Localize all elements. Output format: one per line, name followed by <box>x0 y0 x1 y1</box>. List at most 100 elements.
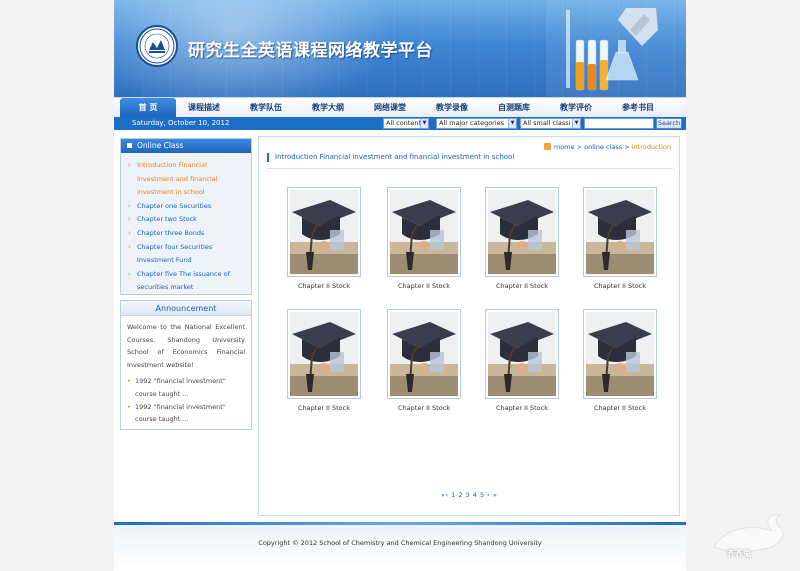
thumbnail-caption: Chapter II Stock <box>496 404 548 412</box>
thumbnail-caption: Chapter II Stock <box>496 282 548 290</box>
logo-emblem-icon <box>139 28 175 64</box>
breadcrumb-online-class[interactable]: online class <box>584 143 622 151</box>
breadcrumb-home[interactable]: mome <box>554 143 575 151</box>
home-icon <box>543 143 551 150</box>
breadcrumb-current: introduction <box>631 143 671 151</box>
chapter-menu: › Introduction Financial investment and … <box>121 153 251 295</box>
chapter-thumbnail[interactable]: Chapter II Stock <box>583 187 657 290</box>
announcement-item-label: 1992 "financial investment" course taugh… <box>135 377 226 398</box>
graduation-cap-image <box>290 312 358 396</box>
announcement-title: Announcement <box>121 301 251 316</box>
date-search-bar: Saturday, October 10, 2012 All content ▼… <box>114 117 686 130</box>
chapter-link-five[interactable]: › Chapter five The issuance of securitie… <box>127 268 245 295</box>
content-filter-value: All content <box>386 119 422 127</box>
nav-item-teaching-team[interactable]: 教学队伍 <box>238 98 294 118</box>
thumbnail-caption: Chapter II Stock <box>298 404 350 412</box>
thumbnail-frame <box>287 187 361 277</box>
nav-item-home[interactable]: 首 页 <box>120 98 176 118</box>
page-shell: 研究生全英语课程网络教学平台 首 页 课程描述 教学队伍 教学大纲 网络课堂 教… <box>114 0 686 571</box>
bullet-icon: • <box>127 377 131 386</box>
thumbnail-frame <box>583 309 657 399</box>
main-content: mome > online class > introduction Intro… <box>258 136 680 516</box>
chevron-right-icon: › <box>128 242 131 251</box>
major-category-select[interactable]: All major categories ▼ <box>436 118 517 129</box>
title-divider <box>267 168 673 169</box>
announcement-item[interactable]: • 1992 "financial investment" course tau… <box>127 401 245 426</box>
chevron-right-icon: › <box>128 269 131 278</box>
chapter-thumbnail[interactable]: Chapter II Stock <box>387 309 461 412</box>
chapter-thumbnail[interactable]: Chapter II Stock <box>387 187 461 290</box>
chapter-link-label: Chapter two Stock <box>137 215 197 224</box>
square-bullet-icon <box>127 143 132 148</box>
online-class-title: Online Class <box>137 141 184 150</box>
chapter-thumbnail[interactable]: Chapter II Stock <box>583 309 657 412</box>
thumbnail-caption: Chapter II Stock <box>398 404 450 412</box>
graduation-cap-image <box>586 312 654 396</box>
nav-item-course-description[interactable]: 课程描述 <box>176 98 232 118</box>
chapter-link-four[interactable]: › Chapter four Securities Investment Fun… <box>127 241 245 268</box>
graduation-cap-image <box>488 312 556 396</box>
chapter-link-label: Chapter four Securities Investment Fund <box>137 242 213 265</box>
announcement-panel: Announcement Welcome to the National Exc… <box>120 300 252 430</box>
thumbnail-frame <box>387 309 461 399</box>
chapter-thumbnail[interactable]: Chapter II Stock <box>287 187 361 290</box>
search-button[interactable]: Search <box>656 118 682 129</box>
graduation-cap-image <box>488 190 556 274</box>
chapter-link-introduction[interactable]: › Introduction Financial investment and … <box>127 159 245 200</box>
site-title: 研究生全英语课程网络教学平台 <box>188 41 433 61</box>
thumbnail-caption: Chapter II Stock <box>594 282 646 290</box>
pagination[interactable]: «‹ 1 2 3 4 5 › » <box>441 491 497 499</box>
chapter-link-label: Chapter five The issuance of securities … <box>137 269 230 292</box>
nav-item-self-test[interactable]: 自测题库 <box>486 98 542 118</box>
graduation-cap-image <box>390 312 458 396</box>
graduation-cap-image <box>390 190 458 274</box>
chapter-thumbnail[interactable]: Chapter II Stock <box>287 309 361 412</box>
major-category-value: All major categories <box>439 119 505 127</box>
chapter-thumbnail[interactable]: Chapter II Stock <box>485 309 559 412</box>
thumbnail-caption: Chapter II Stock <box>398 282 450 290</box>
chevron-down-icon: ▼ <box>572 119 580 128</box>
chapter-link-label: Chapter one Securities <box>137 201 212 210</box>
announcement-list: • 1992 "financial investment" course tau… <box>121 371 251 425</box>
chapter-thumbnail[interactable]: Chapter II Stock <box>485 187 559 290</box>
bullet-icon: • <box>127 402 131 411</box>
chevron-right-icon: › <box>128 215 131 224</box>
thumbnail-frame <box>387 187 461 277</box>
chevron-down-icon: ▼ <box>420 119 428 128</box>
thumbnail-caption: Chapter II Stock <box>594 404 646 412</box>
nav-item-online-class[interactable]: 网络课堂 <box>362 98 418 118</box>
page-title: Introduction Financial investment and fi… <box>267 153 514 162</box>
nav-item-syllabus[interactable]: 教学大纲 <box>300 98 356 118</box>
chapter-link-one[interactable]: › Chapter one Securities <box>127 200 245 214</box>
footer: Copyright © 2012 School of Chemistry and… <box>114 525 686 571</box>
thumbnail-caption: Chapter II Stock <box>298 282 350 290</box>
content-filter-select[interactable]: All content ▼ <box>383 118 429 129</box>
thumbnail-frame <box>485 309 559 399</box>
chevron-right-icon: › <box>128 228 131 237</box>
nav-item-evaluation[interactable]: 教学评价 <box>548 98 604 118</box>
main-nav: 首 页 课程描述 教学队伍 教学大纲 网络课堂 教学录像 自测题库 教学评价 参… <box>114 97 686 118</box>
chapter-link-label: Chapter three Bonds <box>137 228 205 237</box>
online-class-panel: Online Class › Introduction Financial in… <box>120 138 252 295</box>
thumbnail-frame <box>485 187 559 277</box>
announcement-item-label: 1992 "financial investment" course taugh… <box>135 402 226 424</box>
announcement-item[interactable]: • 1992 "financial investment" course tau… <box>127 375 245 400</box>
university-logo[interactable] <box>136 25 178 67</box>
breadcrumb: mome > online class > introduction <box>543 143 671 151</box>
copyright-text: Copyright © 2012 School of Chemistry and… <box>258 539 542 547</box>
thumbnail-frame <box>287 309 361 399</box>
chapter-link-two[interactable]: › Chapter two Stock <box>127 213 245 227</box>
announcement-text: Welcome to the National Excellent Course… <box>127 323 245 369</box>
nav-item-references[interactable]: 参考书目 <box>610 98 666 118</box>
nav-item-video[interactable]: 教学录像 <box>424 98 480 118</box>
search-input[interactable] <box>584 118 654 129</box>
current-date: Saturday, October 10, 2012 <box>132 119 230 127</box>
chevron-down-icon: ▼ <box>508 119 516 128</box>
chapter-link-three[interactable]: › Chapter three Bonds <box>127 227 245 241</box>
small-class-value: All small classi <box>523 119 571 127</box>
laboratory-illustration-icon <box>546 0 686 97</box>
chevron-right-icon: › <box>128 161 131 169</box>
online-class-header: Online Class <box>121 139 251 153</box>
chapter-link-label: Introduction Financial investment and fi… <box>137 161 218 197</box>
small-class-select[interactable]: All small classi ▼ <box>520 118 581 129</box>
